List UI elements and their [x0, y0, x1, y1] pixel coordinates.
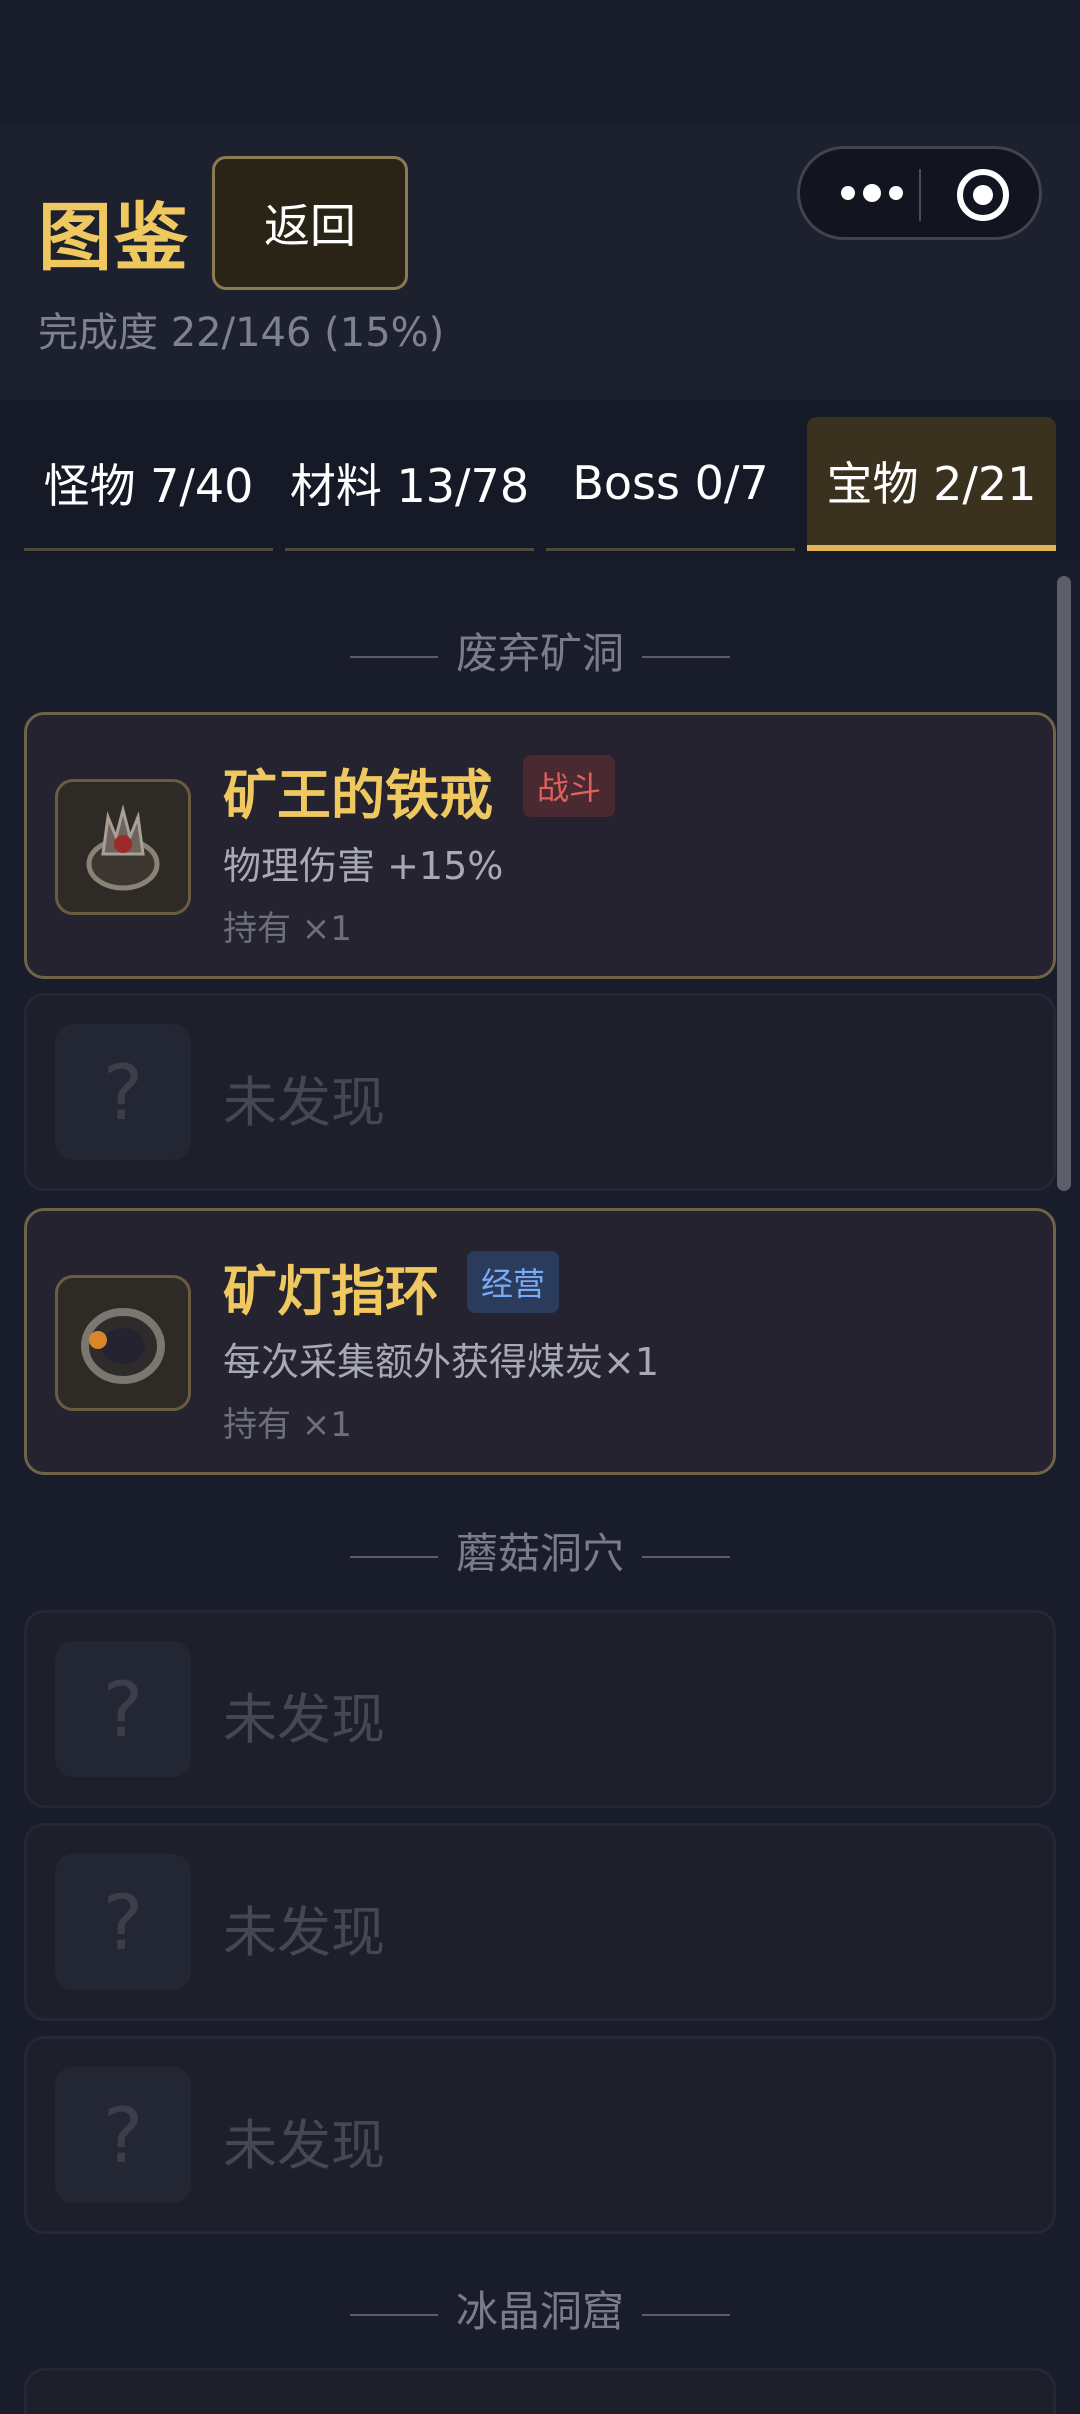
section-name: 冰晶洞窟 [455, 2287, 624, 2336]
tab-boss[interactable]: Boss 0/7 [546, 417, 795, 551]
category-tag-business: 经营 [467, 1251, 560, 1313]
question-mark-icon: ? [55, 1641, 191, 1777]
miniprogram-capsule [797, 146, 1042, 240]
section-title: 废弃矿洞 [0, 620, 1080, 681]
undiscovered-label: 未发现 [223, 1071, 385, 1134]
tab-monsters[interactable]: 怪物 7/40 [24, 417, 273, 551]
tab-treasures[interactable]: 宝物 2/21 [807, 417, 1056, 551]
page-title: 图鉴 [38, 195, 190, 281]
divider [642, 1555, 730, 1558]
treasure-card[interactable]: 矿灯指环 经营 每次采集额外获得煤炭×1 持有 ×1 [24, 1208, 1056, 1475]
divider [349, 2313, 438, 2316]
section-title: 冰晶洞窟 [0, 2278, 1080, 2339]
treasure-card[interactable]: 矿王的铁戒 战斗 物理伤害 +15% 持有 ×1 [24, 712, 1056, 979]
locked-card: ? 未发现 [24, 1610, 1056, 1808]
section-name: 废弃矿洞 [455, 629, 624, 678]
divider [349, 655, 438, 658]
back-button[interactable]: 返回 [212, 156, 408, 290]
question-mark-icon: ? [55, 1024, 191, 1160]
section-name: 蘑菇洞穴 [455, 1529, 624, 1578]
locked-card: ? 未发现 [24, 2036, 1056, 2234]
category-tag-battle: 战斗 [523, 755, 616, 817]
undiscovered-label: 未发现 [223, 2114, 385, 2177]
lamp-ring-icon [55, 1275, 191, 1411]
more-dots-icon[interactable] [832, 149, 912, 237]
question-mark-icon: ? [55, 2067, 191, 2203]
status-bar-area [0, 0, 1080, 125]
tab-materials[interactable]: 材料 13/78 [285, 417, 534, 551]
iron-ring-icon [55, 779, 191, 915]
close-target-icon[interactable] [957, 169, 1009, 221]
undiscovered-label: 未发现 [223, 1688, 385, 1751]
section-title: 蘑菇洞穴 [0, 1520, 1080, 1581]
locked-card: ? 未发现 [24, 993, 1056, 1191]
question-mark-icon: ? [55, 1854, 191, 1990]
item-quantity: 持有 ×1 [223, 909, 352, 949]
capsule-divider [919, 169, 921, 221]
item-quantity: 持有 ×1 [223, 1405, 352, 1445]
item-description: 每次采集额外获得煤炭×1 [223, 1340, 660, 1384]
completion-progress: 完成度 22/146 (15%) [38, 310, 445, 356]
item-name: 矿灯指环 [223, 1260, 439, 1323]
item-name: 矿王的铁戒 [223, 764, 493, 827]
locked-card-partial [24, 2368, 1056, 2414]
divider [349, 1555, 438, 1558]
divider [642, 2313, 730, 2316]
divider [642, 655, 730, 658]
locked-card: ? 未发现 [24, 1823, 1056, 2021]
item-description: 物理伤害 +15% [223, 844, 504, 888]
undiscovered-label: 未发现 [223, 1901, 385, 1964]
